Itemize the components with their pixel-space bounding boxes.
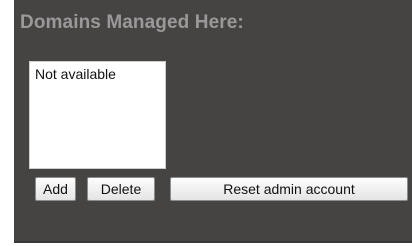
- add-button[interactable]: Add: [35, 177, 76, 201]
- domains-panel: Domains Managed Here: Not available Add …: [14, 0, 412, 243]
- list-item[interactable]: Not available: [35, 66, 160, 82]
- delete-button[interactable]: Delete: [87, 177, 155, 201]
- reset-admin-account-button[interactable]: Reset admin account: [170, 177, 408, 201]
- panel-title: Domains Managed Here:: [20, 12, 244, 33]
- domains-listbox[interactable]: Not available: [29, 61, 166, 169]
